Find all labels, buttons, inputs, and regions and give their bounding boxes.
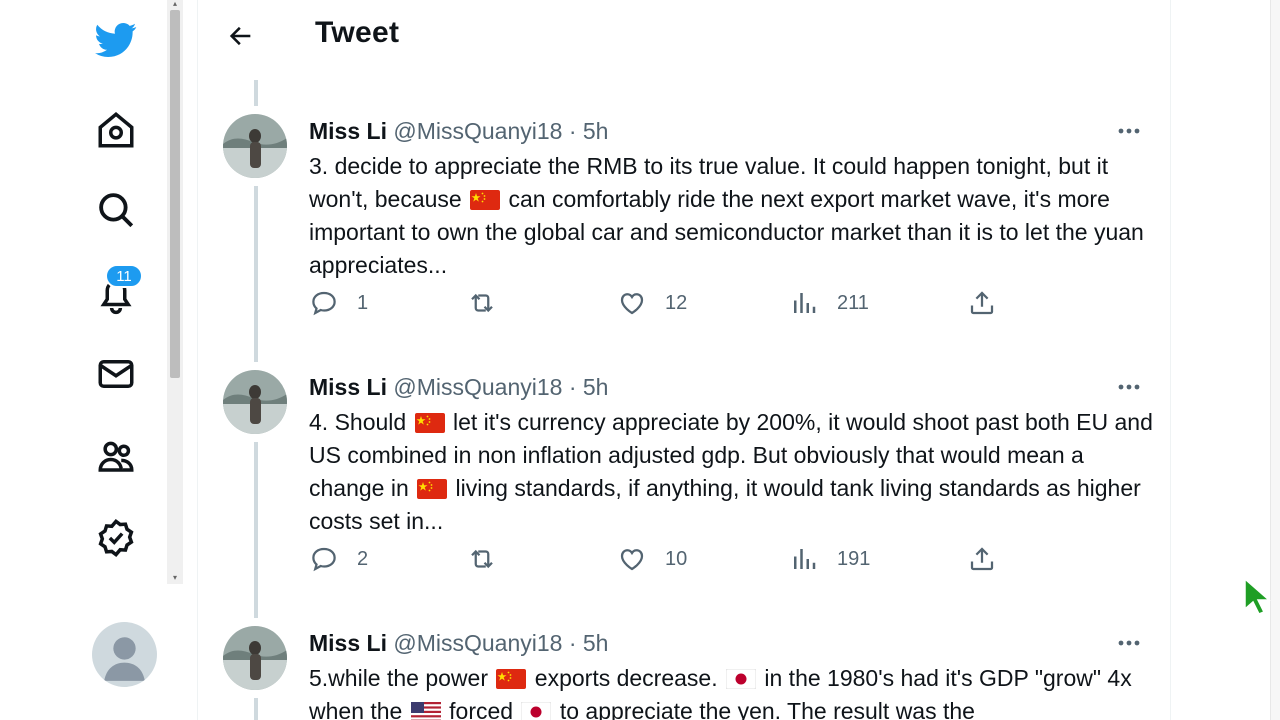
retweet-button[interactable] xyxy=(467,286,497,320)
share-button[interactable] xyxy=(967,542,997,576)
japan-flag-icon xyxy=(726,669,756,689)
views-button[interactable]: 191 xyxy=(789,542,870,576)
more-icon[interactable] xyxy=(1113,118,1145,144)
thread-line xyxy=(254,80,258,106)
author-avatar[interactable] xyxy=(223,370,287,434)
tweet[interactable]: Miss Li @MissQuanyi18 · 5h 5.while the p… xyxy=(198,626,1170,720)
reply-count: 2 xyxy=(357,547,369,570)
tweet-actions: 1 12 211 xyxy=(309,286,1009,320)
separator: · xyxy=(568,374,577,400)
share-icon xyxy=(970,291,994,315)
author-handle[interactable]: @MissQuanyi18 xyxy=(393,118,562,144)
reply-button[interactable]: 1 xyxy=(309,286,368,320)
text-segment: 4. Should xyxy=(309,409,413,435)
author-name[interactable]: Miss Li xyxy=(309,630,387,656)
left-nav: 11 xyxy=(0,0,170,720)
like-button[interactable]: 12 xyxy=(617,286,687,320)
view-count: 211 xyxy=(837,291,869,314)
timestamp[interactable]: 5h xyxy=(583,374,609,400)
home-icon[interactable] xyxy=(90,104,142,156)
retweet-icon xyxy=(471,293,493,313)
author-avatar[interactable] xyxy=(223,114,287,178)
text-segment: forced xyxy=(442,698,520,720)
notifications-badge: 11 xyxy=(105,264,143,288)
tweet-header: Miss Li @MissQuanyi18 · 5h xyxy=(309,118,608,145)
views-button[interactable]: 211 xyxy=(789,286,869,320)
author-handle[interactable]: @MissQuanyi18 xyxy=(393,630,562,656)
page-scrollbar[interactable] xyxy=(1270,0,1280,720)
communities-icon[interactable] xyxy=(90,430,142,482)
share-icon xyxy=(970,547,994,571)
timestamp[interactable]: 5h xyxy=(583,630,609,656)
separator: · xyxy=(568,118,577,144)
account-avatar[interactable] xyxy=(92,622,157,687)
author-name[interactable]: Miss Li xyxy=(309,374,387,400)
verified-icon[interactable] xyxy=(90,512,142,564)
mouse-cursor-icon xyxy=(1244,577,1271,615)
author-name[interactable]: Miss Li xyxy=(309,118,387,144)
china-flag-icon xyxy=(414,413,445,433)
views-icon xyxy=(794,549,816,569)
reply-icon xyxy=(312,291,336,316)
reply-count: 1 xyxy=(357,291,369,314)
tweet[interactable]: Miss Li @MissQuanyi18 · 5h 3. decide to … xyxy=(198,114,1170,370)
tweet-text: 3. decide to appreciate the RMB to its t… xyxy=(309,150,1159,282)
mail-icon[interactable] xyxy=(90,348,142,400)
reply-button[interactable]: 2 xyxy=(309,542,368,576)
scroll-down-arrow[interactable]: ▾ xyxy=(170,574,180,582)
scroll-up-arrow[interactable]: ▴ xyxy=(170,0,180,8)
china-flag-icon xyxy=(496,669,527,689)
scroll-thumb[interactable] xyxy=(170,10,180,378)
tweet[interactable]: Miss Li @MissQuanyi18 · 5h 4. Should let… xyxy=(198,370,1170,626)
china-flag-icon xyxy=(470,190,501,210)
retweet-icon xyxy=(471,549,493,569)
china-flag-icon xyxy=(417,479,448,499)
separator: · xyxy=(568,630,577,656)
tweet-header: Miss Li @MissQuanyi18 · 5h xyxy=(309,630,608,657)
us-flag-icon xyxy=(410,702,441,720)
page-title: Tweet xyxy=(315,16,400,49)
text-segment: to appreciate the yen. The result was th… xyxy=(553,698,975,720)
tweet-text: 5.while the power exports decrease. in t… xyxy=(309,662,1159,720)
reply-icon xyxy=(312,547,336,572)
like-icon xyxy=(620,549,644,571)
like-button[interactable]: 10 xyxy=(617,542,687,576)
text-segment: 5.while the power xyxy=(309,665,495,691)
back-arrow-icon[interactable] xyxy=(222,17,260,55)
author-avatar[interactable] xyxy=(223,626,287,690)
tweet-text: 4. Should let it's currency appreciate b… xyxy=(309,406,1159,538)
twitter-logo-icon[interactable] xyxy=(90,14,142,66)
tweet-header: Miss Li @MissQuanyi18 · 5h xyxy=(309,374,608,401)
share-button[interactable] xyxy=(967,286,997,320)
more-icon[interactable] xyxy=(1113,374,1145,400)
views-icon xyxy=(794,293,816,313)
retweet-button[interactable] xyxy=(467,542,497,576)
like-icon xyxy=(620,293,644,315)
search-icon[interactable] xyxy=(90,184,142,236)
author-handle[interactable]: @MissQuanyi18 xyxy=(393,374,562,400)
nav-scrollbar[interactable]: ▴ ▾ xyxy=(167,0,183,584)
like-count: 10 xyxy=(665,547,688,570)
timestamp[interactable]: 5h xyxy=(583,118,609,144)
like-count: 12 xyxy=(665,291,688,314)
view-count: 191 xyxy=(837,547,871,570)
more-icon[interactable] xyxy=(1113,630,1145,656)
tweet-actions: 2 10 191 xyxy=(309,542,1009,576)
japan-flag-icon xyxy=(521,702,552,720)
text-segment: exports decrease. xyxy=(528,665,724,691)
